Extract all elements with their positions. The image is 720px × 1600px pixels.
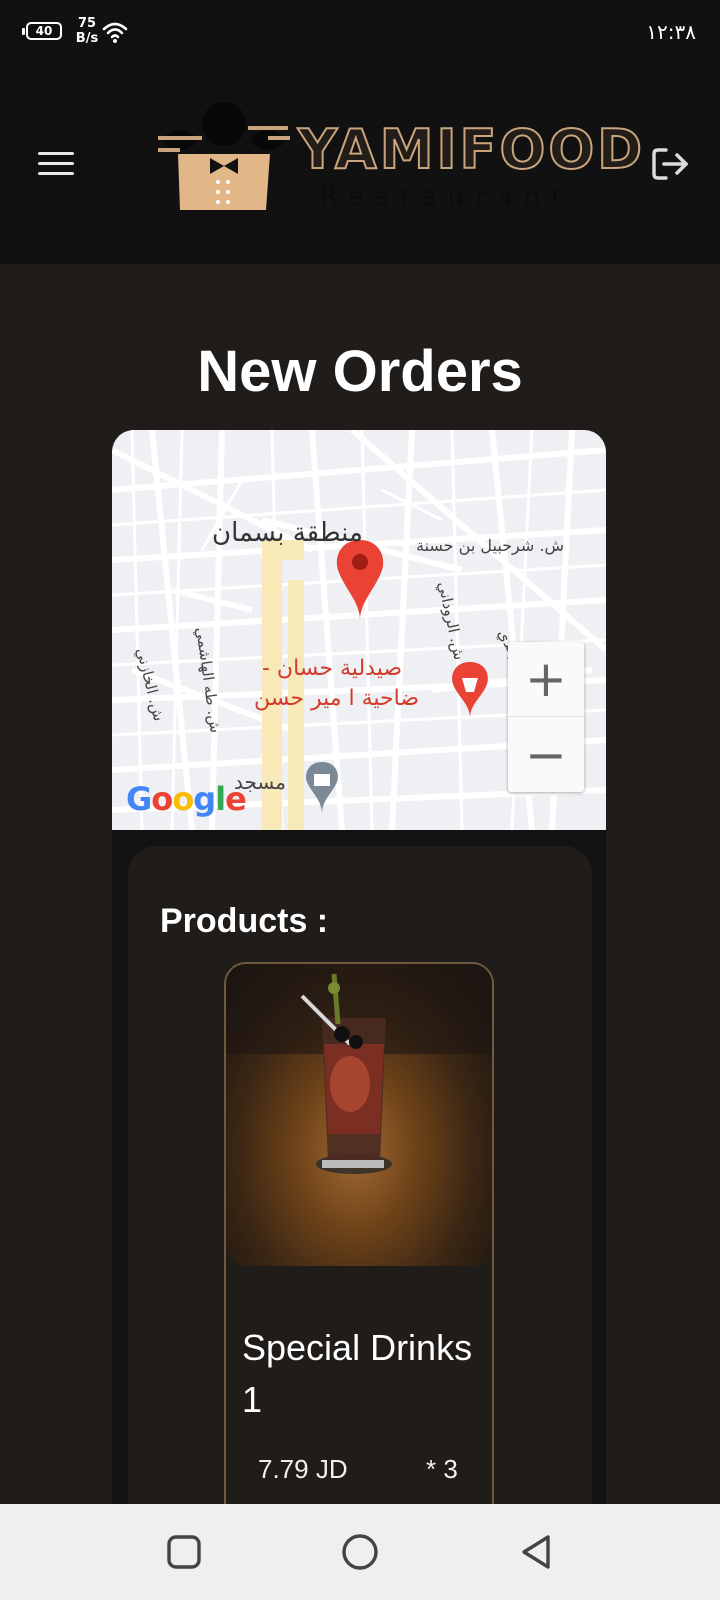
products-panel: Products : Special Drinks 1 7.79 JD * 3 — [128, 846, 592, 1510]
zoom-in-button[interactable]: + — [508, 642, 584, 717]
back-button[interactable] — [516, 1532, 556, 1572]
restaurant-logo: YAMIFOOD Restaurant — [158, 98, 643, 218]
app-header: YAMIFOOD Restaurant — [0, 62, 720, 264]
logout-icon — [652, 148, 688, 180]
chef-logo-icon — [158, 102, 290, 210]
wifi-icon — [102, 22, 128, 43]
hamburger-menu-icon — [38, 152, 74, 155]
clock: ١٢:٣٨ — [646, 20, 696, 44]
google-logo: Google — [126, 780, 247, 818]
product-price: 7.79 JD — [258, 1454, 348, 1484]
product-image — [226, 964, 492, 1266]
map-label-area: منطقة بسمان — [212, 518, 363, 548]
product-name: Special Drinks 1 — [242, 1327, 473, 1420]
logo-subtitle: Restaurant — [320, 182, 573, 212]
status-bar: 40 75 B/s ١٢:٣٨ — [0, 0, 720, 62]
hamburger-menu-line — [38, 172, 74, 175]
home-button[interactable] — [340, 1532, 380, 1572]
logout-button[interactable] — [650, 144, 694, 184]
network-speed: 75 B/s — [72, 16, 102, 46]
network-speed-value: 75 — [77, 16, 97, 31]
map-label-pharmacy: ضاحية ا مير حسن — [254, 686, 420, 711]
drink-glass-image — [226, 964, 492, 1174]
recent-apps-button[interactable] — [164, 1532, 204, 1572]
products-heading: Products : — [160, 902, 329, 940]
product-quantity: * 3 — [426, 1454, 458, 1484]
hamburger-menu-line — [38, 162, 74, 165]
logo-name: YAMIFOOD — [297, 117, 646, 182]
network-speed-unit: B/s — [75, 31, 99, 46]
order-card: منطقة بسمان ش. شرحبيل بن حسنة ش. مالك ال… — [112, 430, 606, 1510]
menu-button[interactable] — [36, 148, 76, 178]
page-title: New Orders — [197, 339, 523, 404]
zoom-out-button[interactable]: − — [508, 717, 584, 792]
map-view[interactable]: منطقة بسمان ش. شرحبيل بن حسنة ش. مالك ال… — [112, 430, 606, 830]
map-zoom-controls: + − — [508, 642, 584, 792]
map-label-street: ش. شرحبيل بن حسنة — [416, 536, 564, 555]
map-label-pharmacy: صيدلية حسان - — [262, 656, 403, 681]
battery-icon: 40 — [22, 22, 62, 40]
product-card[interactable]: Special Drinks 1 7.79 JD * 3 — [224, 962, 494, 1510]
system-nav-bar — [0, 1504, 720, 1600]
